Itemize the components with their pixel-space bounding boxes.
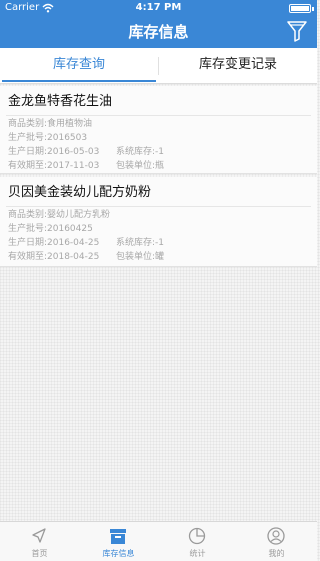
tab-inventory-query[interactable]: 库存查询 xyxy=(0,48,158,84)
package-unit: 包装单位:瓶 xyxy=(116,161,165,171)
product-name: 金龙鱼特香花生油 xyxy=(8,94,113,109)
package-unit: 包装单位:罐 xyxy=(116,252,165,262)
production-date: 生产日期:2016-05-03 xyxy=(8,147,100,157)
status-time: 4:17 PM xyxy=(135,2,182,13)
system-stock: 系统库存:-1 xyxy=(116,147,165,157)
nav-header: Carrier 4:17 PM 库存信息 xyxy=(0,0,317,48)
pie-chart-icon xyxy=(188,527,206,545)
tabbar-label: 库存信息 xyxy=(102,549,135,558)
tab-inventory-change-log[interactable]: 库存变更记录 xyxy=(159,48,317,84)
tabbar-item-inventory[interactable]: 库存信息 xyxy=(79,522,158,561)
batch-number: 生产批号:2016503 xyxy=(8,133,88,143)
funnel-filter-icon xyxy=(287,21,307,42)
tabbar-item-profile[interactable]: 我的 xyxy=(237,522,316,561)
inventory-card[interactable]: 贝因美金装幼儿配方奶粉 商品类别:婴幼儿配方乳粉 生产批号:20160425 生… xyxy=(0,177,317,267)
tab-label: 库存变更记录 xyxy=(198,57,277,72)
production-date: 生产日期:2016-04-25 xyxy=(8,238,100,248)
product-category: 商品类别:食用植物油 xyxy=(8,119,93,129)
filter-button[interactable] xyxy=(286,20,308,42)
user-profile-icon xyxy=(267,527,285,545)
inventory-card[interactable]: 金龙鱼特香花生油 商品类别:食用植物油 生产批号:2016503 生产日期:20… xyxy=(0,86,317,174)
tabbar-label: 我的 xyxy=(268,549,285,558)
system-stock: 系统库存:-1 xyxy=(116,238,165,248)
tab-label: 库存查询 xyxy=(52,57,105,72)
batch-number: 生产批号:20160425 xyxy=(8,224,93,234)
active-tab-indicator xyxy=(2,80,156,82)
page-title: 库存信息 xyxy=(128,23,189,41)
bottom-tab-bar: 首页 库存信息 统计 我的 xyxy=(0,521,317,561)
tabbar-label: 统计 xyxy=(189,549,206,558)
battery-icon xyxy=(289,4,314,13)
segment-tabs: 库存查询 库存变更记录 xyxy=(0,48,317,84)
tabbar-item-statistics[interactable]: 统计 xyxy=(158,522,237,561)
product-name: 贝因美金装幼儿配方奶粉 xyxy=(8,185,152,200)
divider xyxy=(6,115,311,116)
inventory-box-icon xyxy=(110,529,126,544)
status-bar: Carrier 4:17 PM xyxy=(0,0,317,16)
divider xyxy=(6,206,311,207)
expiry-date: 有效期至:2017-11-03 xyxy=(8,161,100,171)
expiry-date: 有效期至:2018-04-25 xyxy=(8,252,100,262)
product-category: 商品类别:婴幼儿配方乳粉 xyxy=(8,210,111,220)
tabbar-item-home[interactable]: 首页 xyxy=(0,522,79,561)
tabbar-label: 首页 xyxy=(31,549,48,558)
paper-plane-icon xyxy=(32,528,46,543)
